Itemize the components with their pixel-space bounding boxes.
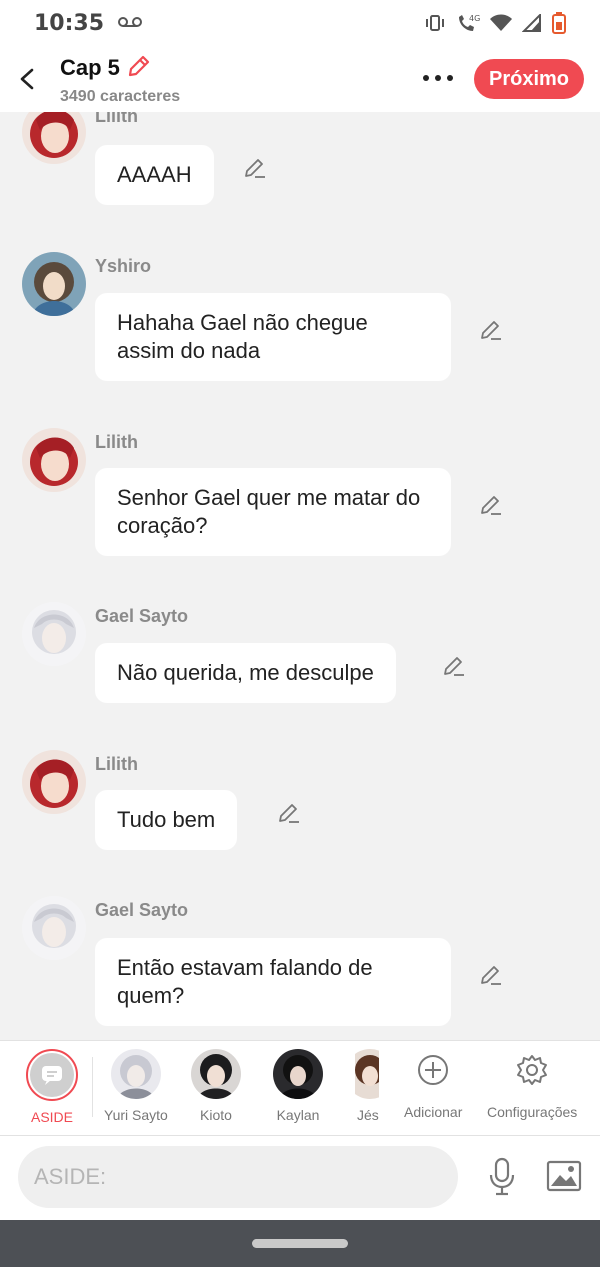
aside-input[interactable] (18, 1146, 458, 1208)
divider (92, 1057, 93, 1117)
edit-icon[interactable] (476, 959, 506, 989)
chapter-title: Cap 5 (60, 55, 120, 80)
edit-icon[interactable] (274, 797, 304, 827)
aside-label: ASIDE (30, 1109, 73, 1125)
rename-pencil-icon[interactable] (126, 53, 152, 84)
character-count: 3490 caracteres (60, 87, 181, 105)
settings-button[interactable]: Configurações (487, 1053, 577, 1120)
character-jes[interactable]: Jés (355, 1049, 379, 1123)
microphone-icon[interactable] (482, 1154, 522, 1200)
vibrate-icon (424, 14, 446, 32)
speaker-name: Gael Sayto (95, 900, 189, 920)
image-icon[interactable] (544, 1156, 584, 1196)
message-bubble[interactable]: Hahaha Gael não chegue assim do nada (95, 293, 451, 381)
avatar[interactable] (22, 602, 86, 666)
speaker-name: Gael Sayto (95, 606, 189, 626)
speaker-name: Lilith (95, 432, 138, 452)
character-label: Jés (357, 1107, 379, 1123)
speaker-name: Lilith (95, 112, 138, 126)
message-bubble[interactable]: Tudo bem (95, 790, 238, 850)
avatar[interactable] (22, 750, 86, 814)
editor-header: Cap 5 3490 caracteres Próximo (0, 46, 600, 112)
avatar (110, 1049, 161, 1099)
status-bar: 10:35 4G (0, 0, 600, 46)
character-bar: ASIDE Yuri Sayto Kioto Kaylan Jés Adicio… (0, 1040, 600, 1136)
add-label: Adicionar (404, 1104, 463, 1120)
add-character-button[interactable]: Adicionar (404, 1053, 462, 1120)
more-dots-icon[interactable] (416, 60, 460, 96)
wifi-icon (490, 14, 512, 32)
system-nav-bar (0, 1220, 600, 1267)
message-bubble[interactable]: AAAAH (95, 145, 214, 205)
speaker-name: Lilith (95, 754, 138, 774)
avatar[interactable] (22, 896, 86, 960)
voicemail-icon (118, 13, 143, 34)
chat-bubble-icon (30, 1053, 74, 1097)
title-block: Cap 5 3490 caracteres (60, 53, 180, 106)
edit-icon[interactable] (439, 650, 469, 680)
settings-label: Configurações (487, 1104, 578, 1120)
character-yuri-sayto[interactable]: Yuri Sayto (104, 1049, 168, 1123)
status-icons: 4G (424, 12, 566, 34)
signal-icon (522, 14, 542, 32)
status-time: 10:35 (34, 10, 105, 36)
message-bubble[interactable]: Então estavam falando de quem? (95, 938, 451, 1026)
battery-icon (552, 12, 566, 34)
character-kaylan[interactable]: Kaylan (273, 1049, 323, 1123)
character-label: Yuri Sayto (104, 1107, 168, 1123)
svg-text:4G: 4G (469, 14, 480, 23)
speaker-name: Yshiro (95, 256, 152, 276)
avatar[interactable] (22, 112, 86, 164)
edit-icon[interactable] (476, 489, 506, 519)
aside-circle (26, 1049, 78, 1101)
avatar (273, 1049, 323, 1099)
avatar[interactable] (22, 428, 86, 492)
aside-selector[interactable]: ASIDE (26, 1049, 78, 1125)
edit-icon[interactable] (476, 314, 506, 344)
message-bubble[interactable]: Não querida, me desculpe (95, 643, 396, 703)
add-circle-icon (416, 1053, 450, 1092)
message-bubble[interactable]: Senhor Gael quer me matar do coração? (95, 468, 451, 556)
avatar (191, 1049, 241, 1099)
back-arrow-icon[interactable] (6, 57, 50, 101)
home-gesture-pill[interactable] (252, 1239, 348, 1248)
next-button[interactable]: Próximo (474, 59, 584, 99)
chat-area[interactable]: Lilith AAAAH Yshiro Hahaha Gael não cheg… (0, 112, 600, 1040)
avatar[interactable] (22, 252, 86, 316)
character-label: Kioto (200, 1107, 232, 1123)
gear-icon (515, 1053, 549, 1092)
avatar (355, 1049, 379, 1099)
input-bar (0, 1136, 600, 1220)
character-label: Kaylan (276, 1107, 320, 1123)
call-4g-icon: 4G (456, 13, 480, 33)
edit-icon[interactable] (240, 152, 270, 182)
character-kioto[interactable]: Kioto (191, 1049, 241, 1123)
